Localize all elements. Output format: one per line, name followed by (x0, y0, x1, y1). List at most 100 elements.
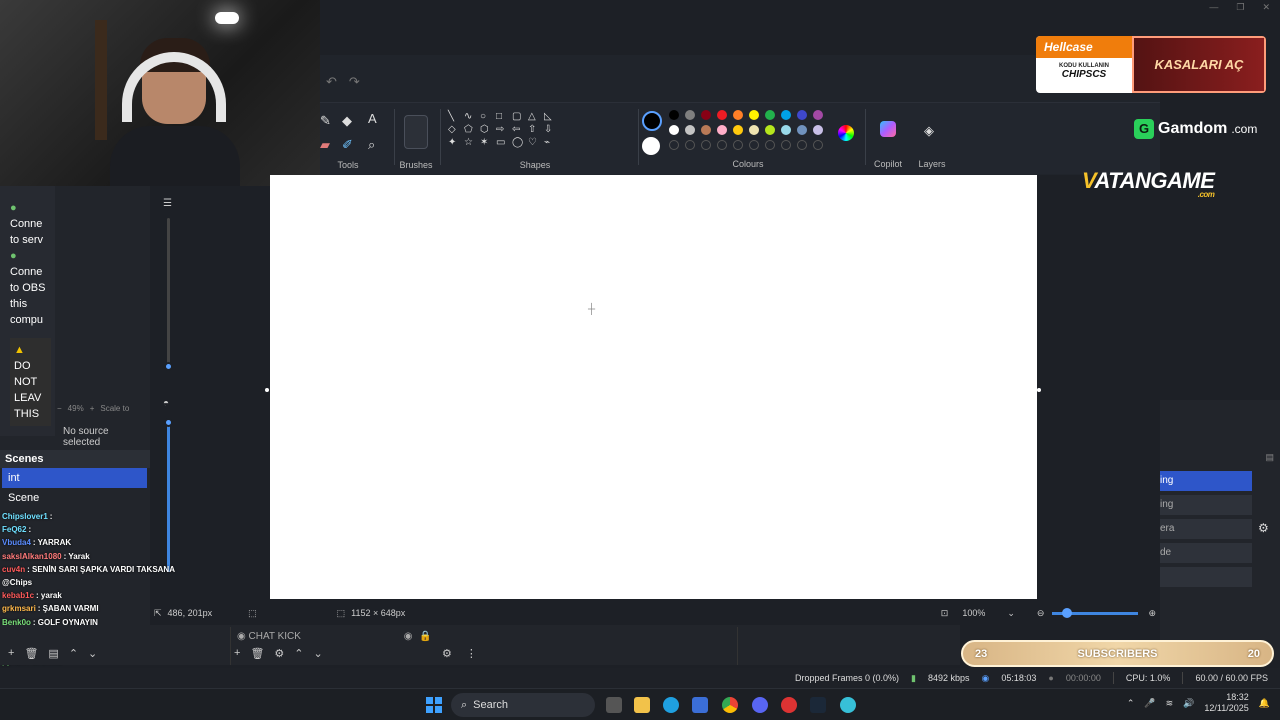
paint-app-icon[interactable] (840, 697, 856, 713)
visibility-eye-icon[interactable]: ◉ (404, 631, 413, 642)
lock-icon[interactable]: 🔒 (419, 631, 431, 642)
primary-color[interactable] (642, 111, 662, 131)
panel-menu-icon[interactable]: ▤ (1265, 452, 1274, 463)
gear-icon[interactable]: ⚙ (274, 647, 284, 660)
file-explorer-icon[interactable] (634, 697, 650, 713)
edit-colors-icon[interactable] (838, 125, 854, 141)
resize-handle[interactable] (1037, 388, 1041, 392)
zoom-out-icon[interactable]: ⊖ (1037, 608, 1045, 619)
clock[interactable]: 18:32 12/11/2025 (1204, 692, 1248, 714)
custom-color-slot[interactable] (733, 140, 743, 150)
config-icon[interactable]: ▤ (48, 647, 58, 660)
close-icon[interactable]: ✕ (1262, 2, 1270, 13)
custom-color-slot[interactable] (813, 140, 823, 150)
start-icon[interactable] (426, 697, 442, 713)
store-icon[interactable] (692, 697, 708, 713)
add-icon[interactable]: + (234, 647, 240, 660)
wifi-icon[interactable]: ≋ (1166, 698, 1174, 709)
color-swatch[interactable] (813, 125, 823, 135)
zoom-out-icon[interactable]: − (57, 404, 62, 413)
custom-color-slot[interactable] (781, 140, 791, 150)
custom-color-slot[interactable] (685, 140, 695, 150)
color-swatch[interactable] (669, 125, 679, 135)
settings-gear-icon[interactable]: ⚙ (1258, 521, 1269, 535)
zoom-select[interactable]: 100% (962, 608, 985, 618)
delete-icon[interactable]: 🗑 (24, 647, 38, 660)
volume-icon[interactable]: 🔊 (1183, 698, 1194, 709)
down-icon[interactable]: ⌄ (88, 647, 97, 660)
chrome-icon[interactable] (722, 697, 738, 713)
custom-color-slot[interactable] (701, 140, 711, 150)
custom-color-slot[interactable] (717, 140, 727, 150)
scene-item-scene[interactable]: Scene (2, 488, 147, 508)
redo-icon[interactable]: ↷ (349, 74, 360, 100)
zoom-slider[interactable] (1052, 607, 1139, 618)
resize-handle[interactable] (265, 388, 269, 392)
brush-button[interactable] (404, 115, 428, 149)
control-button[interactable]: ing (1160, 495, 1252, 515)
custom-color-slot[interactable] (669, 140, 679, 150)
color-swatch[interactable] (733, 125, 743, 135)
custom-color-slot[interactable] (797, 140, 807, 150)
color-swatch[interactable] (685, 110, 695, 120)
color-swatch[interactable] (669, 110, 679, 120)
mixer-settings-icon[interactable]: ⚙ (442, 647, 452, 660)
source-item[interactable]: ◉ CHAT KICK ◉ 🔒 (237, 631, 432, 642)
mic-icon[interactable]: 🎤 (1144, 698, 1155, 709)
discord-icon[interactable] (752, 697, 768, 713)
more-icon[interactable]: ⋮ (466, 647, 477, 660)
up-icon[interactable]: ⌃ (69, 647, 78, 660)
color-swatch[interactable] (765, 125, 775, 135)
chevron-up-icon[interactable]: ⌃ (1127, 698, 1135, 709)
steam-icon[interactable] (810, 697, 826, 713)
up-icon[interactable]: ⌃ (294, 647, 303, 660)
secondary-color[interactable] (642, 137, 660, 155)
app-icon[interactable] (781, 697, 797, 713)
add-icon[interactable]: + (8, 647, 14, 660)
scene-item-int[interactable]: int (2, 468, 147, 488)
minimize-icon[interactable]: — (1209, 2, 1218, 13)
paint-canvas[interactable] (270, 175, 1037, 599)
task-view-icon[interactable] (606, 697, 622, 713)
zoom-knob[interactable] (1062, 607, 1073, 618)
color-swatch[interactable] (765, 110, 775, 120)
color-swatch[interactable] (797, 110, 807, 120)
control-button[interactable] (1160, 567, 1252, 587)
color-swatch[interactable] (781, 110, 791, 120)
color-swatch[interactable] (717, 110, 727, 120)
eraser-icon[interactable]: ▰ (320, 137, 330, 153)
fit-to-window-icon[interactable]: ⊡ (941, 608, 949, 619)
layers-icon[interactable]: ◈ (924, 123, 934, 139)
copilot-icon[interactable] (880, 121, 896, 137)
shapes-grid[interactable]: ╲ ∿ ○ □ ▢ △ ◺ ◇ ⬠ ⬡ ⇨ ⇦ ⇧ ⇩ ✦ ☆ ✶ ▭ ◯ ♡ ⌁ (448, 111, 558, 148)
color-swatch[interactable] (813, 110, 823, 120)
edge-icon[interactable] (663, 697, 679, 713)
color-swatch[interactable] (717, 125, 727, 135)
control-button[interactable]: de (1160, 543, 1252, 563)
color-swatch[interactable] (749, 110, 759, 120)
custom-color-slot[interactable] (749, 140, 759, 150)
down-icon[interactable]: ⌄ (314, 647, 323, 660)
color-swatch[interactable] (701, 110, 711, 120)
color-swatch[interactable] (701, 125, 711, 135)
text-icon[interactable]: A (368, 111, 377, 126)
zoom-in-icon[interactable]: ⊕ (1148, 608, 1156, 619)
color-swatch[interactable] (797, 125, 807, 135)
pencil-icon[interactable]: ✎ (320, 113, 331, 129)
color-picker-icon[interactable]: ✐ (342, 137, 353, 153)
color-palette[interactable] (669, 110, 823, 150)
control-button[interactable]: era (1160, 519, 1252, 539)
restore-icon[interactable]: ❐ (1236, 2, 1244, 13)
taskbar-search[interactable]: ⌕ Search (451, 693, 595, 717)
zoom-in-icon[interactable]: + (90, 404, 95, 413)
opacity-knob[interactable] (164, 418, 173, 427)
chevron-down-icon[interactable]: ⌄ (1007, 608, 1015, 619)
color-swatch[interactable] (685, 125, 695, 135)
color-swatch[interactable] (781, 125, 791, 135)
control-button[interactable]: ing (1160, 471, 1252, 491)
undo-icon[interactable]: ↶ (326, 74, 337, 100)
magnifier-icon[interactable]: ⌕ (368, 137, 375, 153)
fill-icon[interactable]: ◆ (342, 113, 352, 129)
custom-color-slot[interactable] (765, 140, 775, 150)
color-swatch[interactable] (749, 125, 759, 135)
